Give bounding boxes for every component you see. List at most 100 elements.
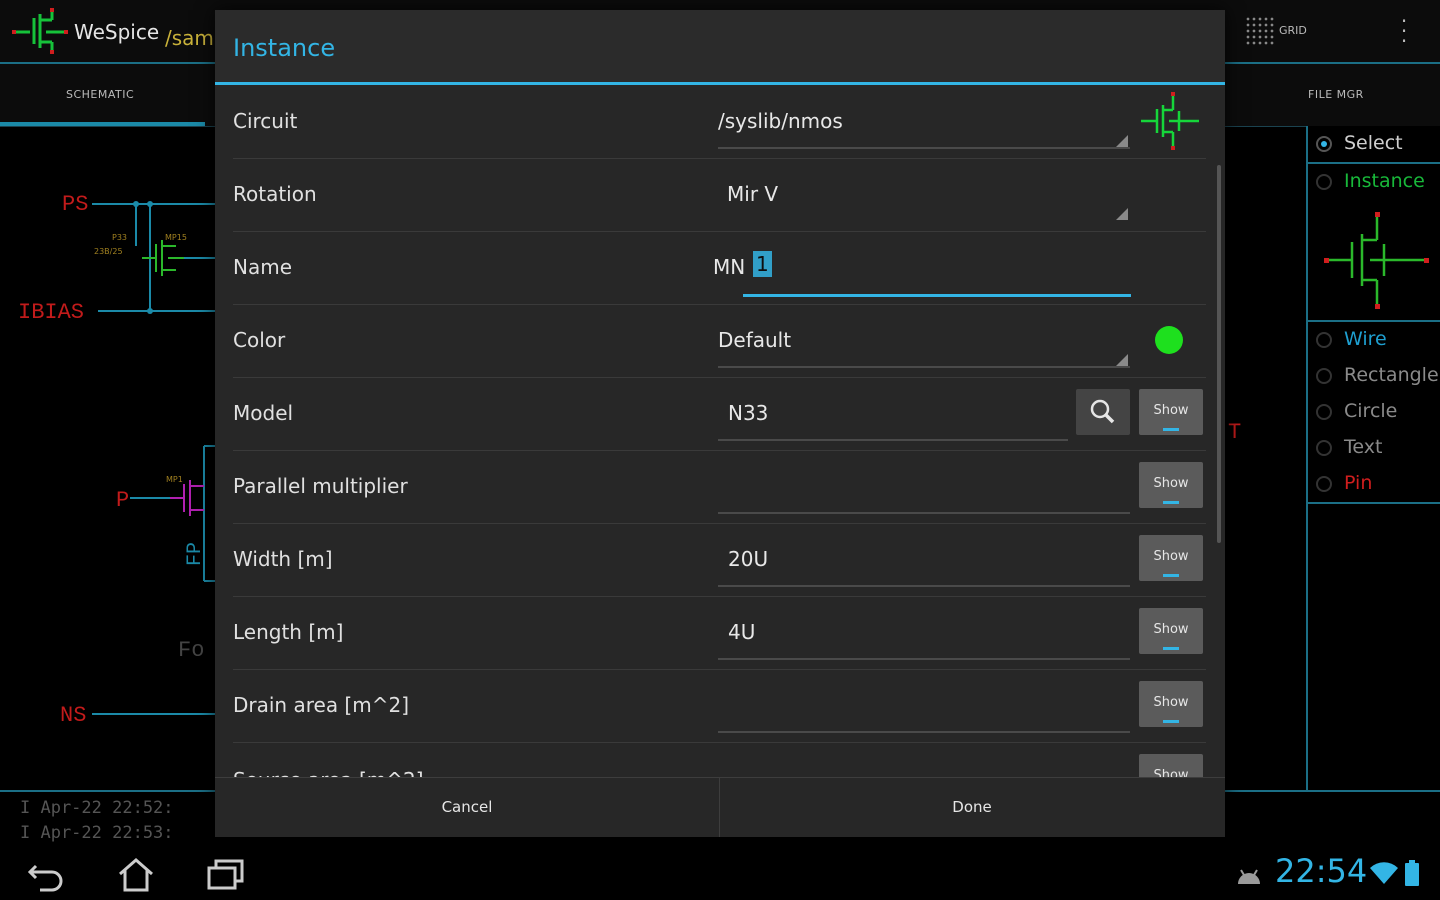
length-input[interactable]: 4U: [718, 596, 1130, 668]
done-button[interactable]: Done: [720, 778, 1224, 837]
width-value: 20U: [728, 547, 769, 571]
drain-area-show-button[interactable]: Show: [1139, 681, 1203, 727]
overflow-menu-icon[interactable]: · · ·: [1398, 11, 1410, 51]
field-underline: [718, 731, 1130, 733]
radio-icon: [1316, 332, 1332, 348]
tool-rectangle-label: Rectangle: [1344, 364, 1439, 386]
app-title: WeSpice: [74, 20, 160, 44]
color-value: Default: [718, 328, 792, 352]
circuit-label: Circuit: [233, 109, 298, 133]
tab-schematic[interactable]: SCHEMATIC: [0, 64, 205, 126]
row-length: Length [m] 4U Show: [233, 596, 1206, 670]
radio-icon: [1316, 476, 1332, 492]
nmos-symbol: [142, 240, 184, 276]
dialog-scrollbar[interactable]: [1217, 165, 1221, 543]
circuit-select[interactable]: /syslib/nmos: [718, 85, 1130, 157]
field-underline: [718, 512, 1130, 514]
field-underline: [718, 658, 1130, 660]
source-area-show-button[interactable]: Show: [1139, 754, 1203, 777]
dialog-header: Instance: [215, 10, 1225, 85]
row-parallel-multiplier: Parallel multiplier Show: [233, 450, 1206, 524]
tool-wire-label: Wire: [1344, 328, 1387, 350]
divider: [1308, 502, 1440, 504]
parallel-multiplier-show-button[interactable]: Show: [1139, 462, 1203, 508]
field-underline: [718, 366, 1130, 368]
tool-pin-label: Pin: [1344, 472, 1373, 494]
row-color: Color Default: [233, 304, 1206, 378]
model-show-button[interactable]: Show: [1139, 389, 1203, 435]
android-debug-icon: [1238, 869, 1260, 884]
grid-toggle-button[interactable]: GRID: [1245, 14, 1315, 48]
nmos-symbol-icon: [1141, 92, 1199, 150]
tool-select-label: Select: [1344, 132, 1403, 154]
color-label: Color: [233, 328, 286, 352]
drain-area-label: Drain area [m^2]: [233, 693, 409, 717]
parallel-multiplier-input[interactable]: [718, 450, 1130, 522]
net-label-ps: PS: [62, 192, 88, 217]
dialog-body[interactable]: Circuit /syslib/nmos Rotation Mir V Name…: [215, 85, 1225, 777]
tab-file-manager-label: FILE MGR: [1308, 88, 1364, 101]
length-show-button[interactable]: Show: [1139, 608, 1203, 654]
grid-icon: [1245, 16, 1275, 46]
grid-label: GRID: [1279, 24, 1307, 37]
length-label: Length [m]: [233, 620, 344, 644]
cancel-label: Cancel: [441, 798, 493, 816]
rotation-label: Rotation: [233, 182, 317, 206]
done-label: Done: [952, 798, 992, 816]
tab-file-manager[interactable]: FILE MGR: [1230, 64, 1440, 126]
show-label: Show: [1153, 549, 1189, 564]
dropdown-corner-icon: [1116, 354, 1128, 366]
show-label: Show: [1153, 695, 1189, 710]
name-label: Name: [233, 255, 293, 279]
radio-icon: [1316, 440, 1332, 456]
width-show-button[interactable]: Show: [1139, 535, 1203, 581]
row-circuit: Circuit /syslib/nmos: [233, 85, 1206, 159]
canvas-text-fo: Fo: [178, 638, 204, 663]
drain-area-input[interactable]: [718, 669, 1130, 741]
row-drain-area: Drain area [m^2] Show: [233, 669, 1206, 743]
recent-apps-icon[interactable]: [206, 856, 246, 892]
show-label: Show: [1153, 622, 1189, 637]
length-value: 4U: [728, 620, 756, 644]
divider: [1308, 162, 1440, 164]
instance-dialog: Instance Circuit /syslib/nmos Rotation M…: [215, 10, 1225, 837]
home-icon[interactable]: [116, 856, 156, 892]
name-input[interactable]: 1: [743, 231, 1131, 303]
width-input[interactable]: 20U: [718, 523, 1130, 595]
search-icon: [1090, 399, 1115, 424]
row-width: Width [m] 20U Show: [233, 523, 1206, 597]
show-label: Show: [1153, 403, 1189, 418]
color-select[interactable]: Default: [718, 304, 1130, 376]
device-label: MP15: [165, 233, 187, 242]
field-underline: [718, 585, 1130, 587]
device-label: P33: [112, 233, 127, 242]
tab-schematic-label: SCHEMATIC: [66, 88, 135, 101]
cancel-button[interactable]: Cancel: [215, 778, 719, 837]
model-input[interactable]: N33: [718, 377, 1068, 449]
log-line: I Apr-22 22:53:: [20, 823, 174, 843]
parallel-multiplier-label: Parallel multiplier: [233, 474, 408, 498]
net-label-ns: NS: [60, 703, 86, 728]
color-swatch: [1155, 326, 1183, 354]
rotation-value: Mir V: [727, 182, 779, 206]
row-source-area: Source area [m^2] Show: [233, 742, 1206, 777]
dialog-footer: Cancel Done: [215, 777, 1225, 837]
source-area-label: Source area [m^2]: [233, 768, 424, 777]
row-rotation: Rotation Mir V: [233, 158, 1206, 232]
rotation-select[interactable]: Mir V: [718, 158, 1130, 230]
radio-icon: [1316, 404, 1332, 420]
net-label-ibias: IBIAS: [18, 300, 84, 325]
radio-icon: [1316, 174, 1332, 190]
radio-selected-icon: [1316, 136, 1332, 152]
dropdown-corner-icon: [1116, 208, 1128, 220]
back-icon[interactable]: [26, 856, 66, 892]
row-model: Model N33 Show: [233, 377, 1206, 451]
device-label: 23B/25: [94, 247, 123, 256]
name-input-focus-underline: [743, 294, 1131, 297]
tool-text-label: Text: [1344, 436, 1383, 458]
tool-panel: Select Instance Wire Rectangle Circle Te…: [1306, 126, 1440, 790]
model-search-button[interactable]: [1076, 389, 1130, 435]
tool-circle-label: Circle: [1344, 400, 1398, 422]
show-label: Show: [1153, 768, 1189, 777]
net-label-t: T: [1228, 420, 1241, 445]
